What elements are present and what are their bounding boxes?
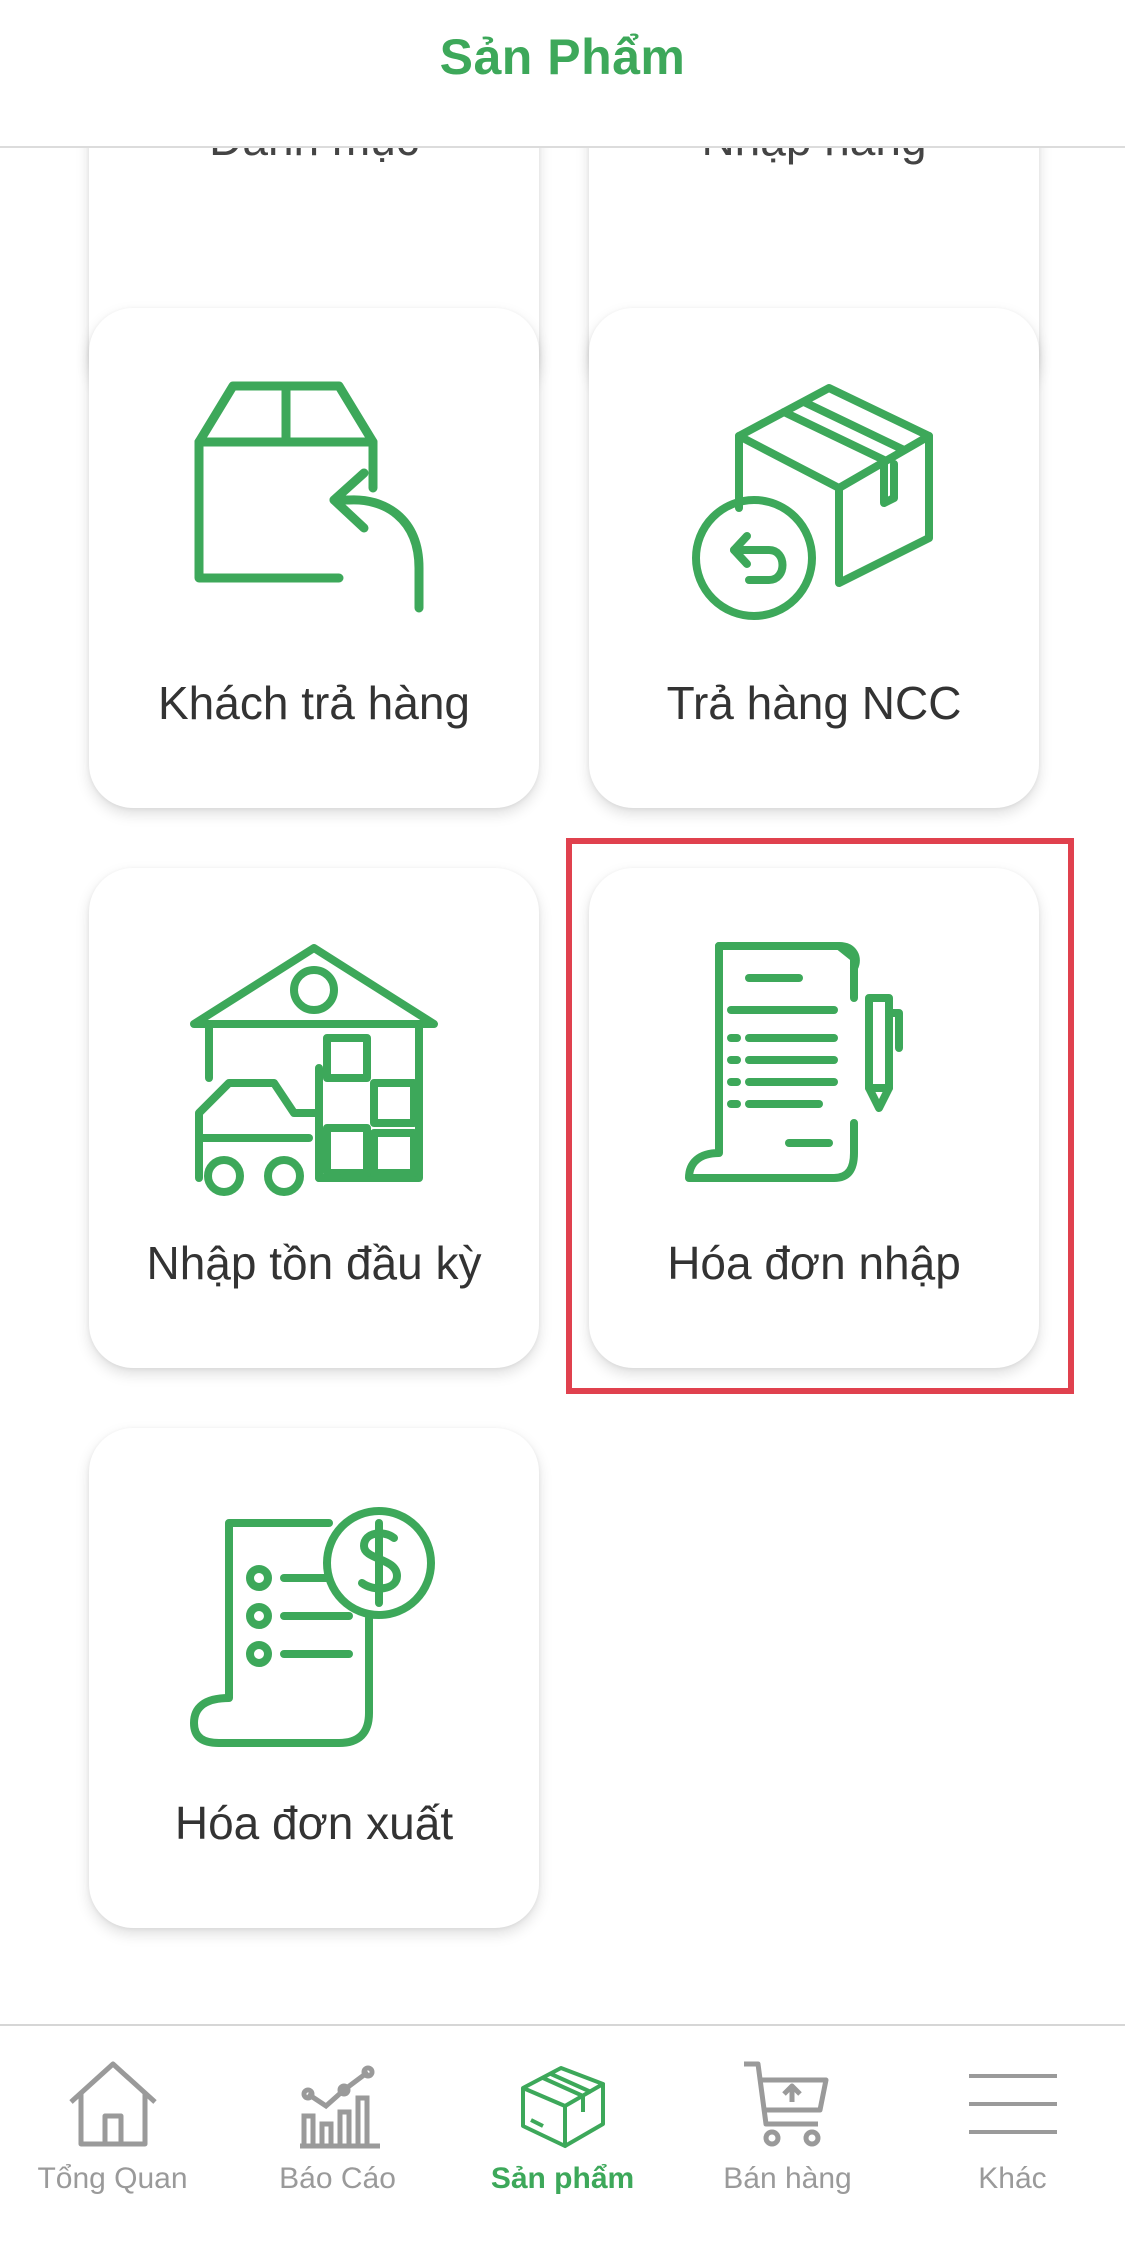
tab-san-pham[interactable]: Sản phẩm <box>450 2054 675 2214</box>
tab-tong-quan[interactable]: Tổng Quan <box>0 2054 225 2214</box>
warehouse-forklift-icon <box>89 938 539 1198</box>
report-chart-icon <box>299 2065 380 2149</box>
tab-label: Bán hàng <box>723 2162 852 2195</box>
card-khach-tra-hang[interactable]: Khách trả hàng <box>89 308 539 808</box>
header-bar: Sản Phẩm <box>0 0 1125 148</box>
product-box-icon <box>520 2066 605 2148</box>
tab-label: Sản phẩm <box>490 2162 635 2195</box>
tab-khac[interactable]: Khác <box>900 2054 1125 2214</box>
card-label: Danh mục <box>89 148 539 166</box>
tab-label: Báo Cáo <box>279 2162 396 2195</box>
tab-label: Khác <box>978 2162 1047 2195</box>
shopping-cart-icon <box>743 2061 828 2147</box>
product-menu-grid[interactable]: Danh mục Nhập hàng Khách trả hàng <box>0 148 1125 2024</box>
screen: Sản Phẩm Danh mục Nhập hàng Khách trả hà <box>0 0 1125 2268</box>
card-nhap-ton-dau-ky[interactable]: Nhập tồn đầu kỳ <box>89 868 539 1368</box>
page-title: Sản Phẩm <box>439 29 686 85</box>
home-icon <box>68 2061 157 2147</box>
supplier-return-box-icon <box>589 378 1039 638</box>
tab-label: Tổng Quan <box>37 2162 188 2195</box>
tab-bao-cao[interactable]: Báo Cáo <box>225 2054 450 2214</box>
purchase-invoice-icon <box>589 938 1039 1198</box>
customer-return-box-icon <box>89 378 539 638</box>
home-indicator <box>410 2236 715 2248</box>
card-label: Hóa đơn nhập <box>667 1237 961 1289</box>
card-label: Trả hàng NCC <box>666 677 962 729</box>
card-label: Nhập hàng <box>589 148 1039 166</box>
card-hoa-don-nhap[interactable]: Hóa đơn nhập <box>589 868 1039 1368</box>
card-tra-hang-ncc[interactable]: Trả hàng NCC <box>589 308 1039 808</box>
bottom-tab-bar: Tổng Quan Báo Cáo Sản phẩm Bán hàng Khác <box>0 2024 1125 2268</box>
sales-invoice-dollar-icon <box>89 1498 539 1758</box>
menu-icon <box>968 2074 1057 2134</box>
card-label: Hóa đơn xuất <box>174 1797 454 1849</box>
card-label: Nhập tồn đầu kỳ <box>146 1237 482 1289</box>
card-label: Khách trả hàng <box>157 677 470 729</box>
card-hoa-don-xuat[interactable]: Hóa đơn xuất <box>89 1428 539 1928</box>
tab-ban-hang[interactable]: Bán hàng <box>675 2054 900 2214</box>
